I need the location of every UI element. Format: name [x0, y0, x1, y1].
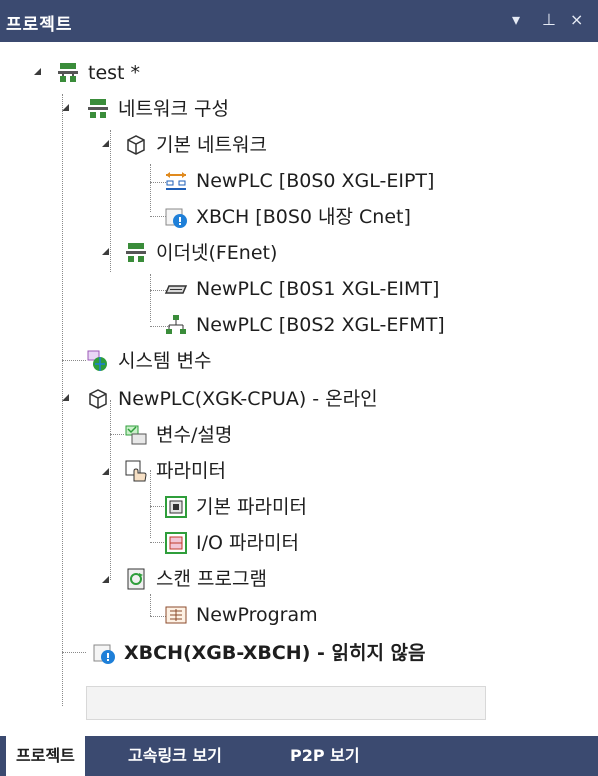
tree-item-xbch-cpu[interactable]: XBCH(XGB-XBCH) - 읽히지 않음 [92, 636, 426, 670]
globe-var-icon [86, 349, 110, 373]
panel-title: 프로젝트 [6, 15, 73, 35]
tree-item-label: 변수/설명 [156, 424, 233, 446]
expand-toggle-icon[interactable] [62, 394, 69, 401]
basic-param-icon [164, 495, 188, 519]
expand-toggle-icon[interactable] [102, 576, 109, 583]
tree-item-label: 기본 파라미터 [196, 496, 307, 518]
tree-item-eth-newplc-1[interactable]: NewPLC [B0S1 XGL-EIMT] [164, 272, 439, 306]
tree-item-eth-newplc-2[interactable]: NewPLC [B0S2 XGL-EFMT] [164, 308, 445, 342]
tree-item-label: 네트워크 구성 [118, 98, 229, 120]
expand-toggle-icon[interactable] [102, 140, 109, 147]
tree-item-label: 시스템 변수 [118, 350, 212, 372]
close-icon[interactable]: × [570, 10, 583, 29]
tree-item-label: NewPLC [B0S1 XGL-EIMT] [196, 278, 440, 300]
tree-item-scan-program[interactable]: 스캔 프로그램 [124, 562, 267, 596]
tree-connector [150, 594, 151, 616]
tree-connector [62, 360, 86, 361]
xbch-icon [164, 205, 188, 229]
tree-connector [110, 434, 124, 435]
pin-icon[interactable]: ⊥ [542, 10, 556, 29]
tree-item-io-parameters[interactable]: I/O 파라미터 [164, 526, 299, 560]
tree-item-label: 스캔 프로그램 [156, 568, 267, 590]
tree-connector [62, 652, 86, 653]
tree-item-label: NewProgram [196, 604, 318, 626]
tree-item-label: I/O 파라미터 [196, 532, 299, 554]
tree-item-new-program[interactable]: NewProgram [164, 598, 318, 632]
tree-item-basic-parameters[interactable]: 기본 파라미터 [164, 490, 307, 524]
panel-titlebar: 프로젝트 ▾ ⊥ × [0, 0, 598, 42]
network-icon [86, 97, 110, 121]
tree-item-test[interactable]: test * [56, 56, 140, 90]
tree-connector [110, 400, 111, 580]
xbch-icon [92, 641, 116, 665]
eip-icon [164, 169, 188, 193]
cube-icon [124, 133, 148, 157]
tree-item-label: XBCH [B0S0 내장 Cnet] [196, 206, 411, 228]
tree-item-ethernet[interactable]: 이더넷(FEnet) [124, 236, 277, 270]
tree-connector [150, 274, 151, 322]
tree-item-system-variables[interactable]: 시스템 변수 [86, 344, 211, 378]
var-comment-icon [124, 423, 148, 447]
tree-item-label: NewPLC(XGK-CPUA) - 온라인 [118, 388, 378, 410]
cube-icon [86, 387, 110, 411]
tree-item-var-comment[interactable]: 변수/설명 [124, 418, 232, 452]
selected-row-highlight [86, 686, 486, 720]
program-icon [164, 603, 188, 627]
network-icon [56, 61, 80, 85]
tree-item-basic-newplc[interactable]: NewPLC [B0S0 XGL-EIPT] [164, 164, 434, 198]
tree-item-parameters[interactable]: 파라미터 [124, 454, 226, 488]
tree-item-network-config[interactable]: 네트워크 구성 [86, 92, 229, 126]
dropdown-icon[interactable]: ▾ [512, 10, 520, 29]
tree-item-label: 기본 네트워크 [156, 134, 267, 156]
tree-connector [150, 164, 151, 212]
tab-p2p[interactable]: P2P 보기 [280, 736, 370, 776]
network-icon [124, 241, 148, 265]
hand-param-icon [124, 459, 148, 483]
expand-toggle-icon[interactable] [102, 248, 109, 255]
tree-item-basic-xbch[interactable]: XBCH [B0S0 내장 Cnet] [164, 200, 411, 234]
tree-item-label: 이더넷(FEnet) [156, 242, 278, 264]
tab-high-speed-link[interactable]: 고속링크 보기 [118, 736, 232, 776]
project-tree: test * 네트워크 구성 기본 네트워크 NewPLC [B0S0 XGL-… [0, 54, 598, 720]
tree-connector [110, 130, 111, 272]
panel-tab-strip: 프로젝트 고속링크 보기 P2P 보기 [0, 736, 598, 776]
tree-item-label: NewPLC [B0S0 XGL-EIPT] [196, 170, 435, 192]
tree-item-label: NewPLC [B0S2 XGL-EFMT] [196, 314, 445, 336]
topology-icon [164, 313, 188, 337]
tab-project[interactable]: 프로젝트 [6, 736, 85, 776]
tree-item-basic-network[interactable]: 기본 네트워크 [124, 128, 267, 162]
expand-toggle-icon[interactable] [62, 104, 69, 111]
tree-item-label: 파라미터 [156, 460, 226, 482]
io-param-icon [164, 531, 188, 555]
tree-item-label: test * [88, 62, 141, 84]
tree-item-cpu[interactable]: NewPLC(XGK-CPUA) - 온라인 [86, 382, 378, 416]
tree-item-label: XBCH(XGB-XBCH) - 읽히지 않음 [124, 642, 426, 664]
plate-icon [164, 277, 188, 301]
expand-toggle-icon[interactable] [34, 68, 41, 75]
expand-toggle-icon[interactable] [102, 468, 109, 475]
scan-icon [124, 567, 148, 591]
